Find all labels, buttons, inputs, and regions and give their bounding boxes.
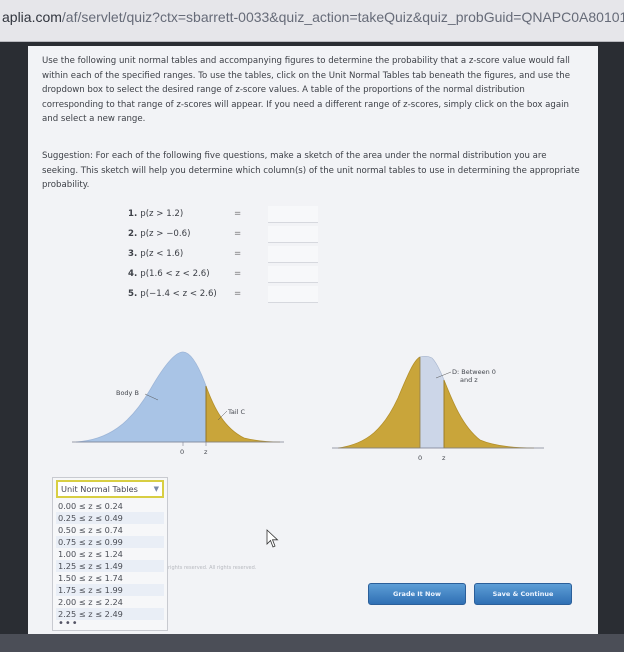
- tail-label: Tail C: [227, 408, 246, 416]
- range-option[interactable]: 2.00 ≤ z ≤ 2.24: [56, 596, 164, 608]
- range-option[interactable]: 0.00 ≤ z ≤ 0.24: [56, 500, 164, 512]
- url-domain: aplia.com: [2, 9, 62, 25]
- answer-input[interactable]: [268, 266, 318, 283]
- equals-sign: =: [234, 249, 242, 259]
- question-text: p(z > −0.6): [140, 229, 191, 239]
- question-row: 1. p(z > 1.2) =: [128, 206, 328, 226]
- instructions-text: Use the following unit normal tables and…: [42, 56, 570, 124]
- equals-sign: =: [234, 229, 242, 239]
- copyright-text: rights reserved. All rights reserved.: [168, 565, 257, 571]
- between-region: [419, 356, 445, 449]
- range-option[interactable]: 1.00 ≤ z ≤ 1.24: [56, 548, 164, 560]
- between-figure: D: Between 0 and z 0 z: [332, 356, 544, 462]
- question-row: 5. p(−1.4 < z < 2.6) =: [128, 286, 328, 306]
- question-text: p(z > 1.2): [140, 209, 184, 219]
- answer-input[interactable]: [268, 206, 318, 223]
- browser-address-bar[interactable]: aplia.com/af/servlet/quiz?ctx=sbarrett-0…: [0, 0, 624, 42]
- left-tail-region: [337, 356, 421, 449]
- unit-normal-tables-dropdown[interactable]: Unit Normal Tables ▼ 0.00 ≤ z ≤ 0.24 0.2…: [52, 477, 168, 631]
- mouse-pointer-icon: [266, 529, 279, 548]
- grade-it-now-button[interactable]: Grade It Now: [368, 583, 466, 605]
- question-row: 4. p(1.6 < z < 2.6) =: [128, 266, 328, 286]
- screen-bottom-edge: [0, 634, 624, 652]
- equals-sign: =: [234, 289, 242, 299]
- range-option[interactable]: 1.75 ≤ z ≤ 1.99: [56, 584, 164, 596]
- quiz-page: Use the following unit normal tables and…: [28, 46, 598, 634]
- question-list: 1. p(z > 1.2) = 2. p(z > −0.6) = 3. p(z < 1…: [128, 206, 328, 306]
- right-tail-region: [443, 379, 535, 449]
- question-number: 1.: [128, 209, 138, 219]
- question-row: 2. p(z > −0.6) =: [128, 226, 328, 246]
- body-tail-figure: Body B Tail C 0 z: [72, 351, 284, 456]
- question-text: p(−1.4 < z < 2.6): [140, 289, 217, 299]
- suggestion-text: Suggestion: For each of the following fi…: [42, 151, 580, 190]
- equals-sign: =: [234, 269, 242, 279]
- url-path: /af/servlet/quiz?ctx=sbarrett-0033&quiz_…: [61, 9, 624, 25]
- answer-input[interactable]: [268, 226, 318, 243]
- question-number: 3.: [128, 249, 138, 259]
- range-option[interactable]: 0.25 ≤ z ≤ 0.49: [56, 512, 164, 524]
- answer-input[interactable]: [268, 286, 318, 303]
- more-options-indicator[interactable]: •••: [56, 619, 164, 629]
- range-option[interactable]: 1.25 ≤ z ≤ 1.49: [56, 560, 164, 572]
- unit-normal-tables-select[interactable]: Unit Normal Tables ▼: [56, 480, 164, 498]
- tick-zero: 0: [418, 454, 422, 462]
- tick-z: z: [204, 448, 208, 456]
- equals-sign: =: [234, 209, 242, 219]
- tick-zero: 0: [180, 448, 184, 456]
- question-number: 4.: [128, 269, 138, 279]
- body-label: Body B: [116, 389, 139, 397]
- question-text: p(1.6 < z < 2.6): [140, 269, 210, 279]
- body-region: [75, 351, 207, 443]
- tick-z: z: [442, 454, 446, 462]
- question-number: 5.: [128, 289, 138, 299]
- question-number: 2.: [128, 229, 138, 239]
- save-and-continue-button[interactable]: Save & Continue: [474, 583, 572, 605]
- range-option[interactable]: 0.75 ≤ z ≤ 0.99: [56, 536, 164, 548]
- question-text: p(z < 1.6): [140, 249, 184, 259]
- range-option[interactable]: 1.50 ≤ z ≤ 1.74: [56, 572, 164, 584]
- select-label: Unit Normal Tables: [61, 484, 138, 494]
- range-option[interactable]: 0.50 ≤ z ≤ 0.74: [56, 524, 164, 536]
- range-options-list: 0.00 ≤ z ≤ 0.24 0.25 ≤ z ≤ 0.49 0.50 ≤ z…: [56, 500, 164, 620]
- chevron-down-icon: ▼: [153, 485, 159, 493]
- between-label-line2: and z: [460, 376, 478, 384]
- answer-input[interactable]: [268, 246, 318, 263]
- question-row: 3. p(z < 1.6) =: [128, 246, 328, 266]
- between-label-line1: D: Between 0: [452, 368, 496, 376]
